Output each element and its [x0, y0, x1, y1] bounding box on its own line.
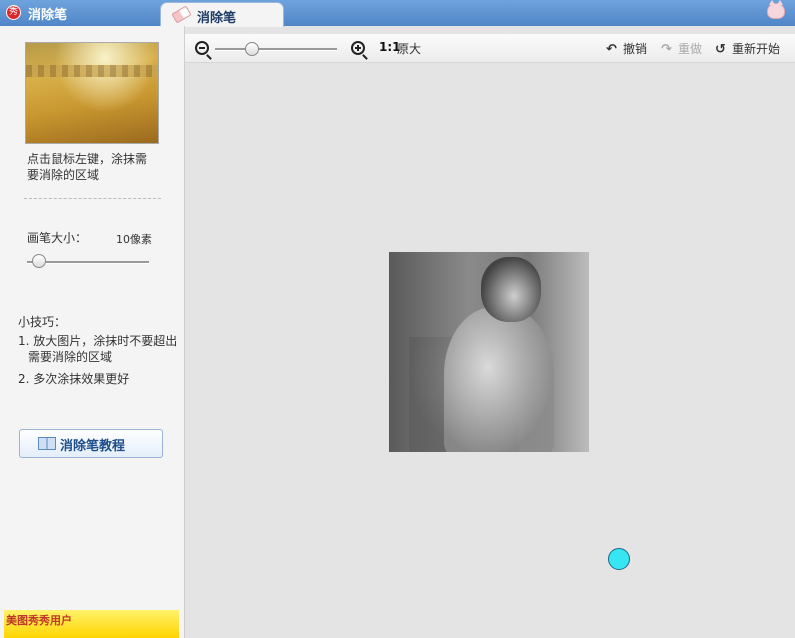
tip-item: 2. 多次涂抹效果更好: [18, 372, 130, 386]
tutorial-button-label: 消除笔教程: [60, 439, 126, 454]
left-panel: 点击鼠标左键，涂抹需要消除的区域 画笔大小： 10像素 小技巧： 1. 放大图片…: [0, 26, 185, 638]
tab-eraser[interactable]: 消除笔: [160, 2, 284, 27]
work-image[interactable]: [389, 252, 589, 452]
tip-item: 1. 放大图片，涂抹时不要超出需要消除的区域: [18, 334, 178, 364]
zoom-out-icon[interactable]: [195, 41, 209, 55]
zoom-track[interactable]: [215, 48, 337, 51]
restart-button[interactable]: ↺ 重新开始: [715, 40, 780, 57]
tab-label: 消除笔: [197, 11, 237, 26]
divider: [24, 198, 161, 199]
preview-thumbnail: [25, 42, 159, 144]
brush-size-knob[interactable]: [32, 254, 46, 268]
book-icon: [38, 437, 56, 450]
brush-size-slider[interactable]: [27, 254, 149, 268]
brush-cursor-icon: [608, 548, 630, 570]
brush-size-label: 画笔大小：: [27, 231, 88, 245]
redo-icon: ↷: [661, 42, 672, 57]
actual-size-button[interactable]: 原大: [397, 40, 421, 57]
toolbar: 1:1 原大 ↶ 撤销 ↷ 重做 ↺ 重新开始: [185, 34, 795, 63]
canvas-area[interactable]: [185, 63, 795, 638]
app-title: 消除笔: [28, 8, 68, 23]
restart-label: 重新开始: [732, 42, 781, 56]
zoom-knob[interactable]: [245, 42, 259, 56]
eraser-icon: [171, 5, 192, 24]
zoom-slider[interactable]: [215, 42, 337, 56]
redo-label: 重做: [678, 42, 703, 56]
cat-icon[interactable]: [767, 0, 785, 19]
brush-size-value: 10像素: [116, 233, 152, 246]
tips-title: 小技巧：: [18, 315, 67, 329]
app-logo-icon: 秀: [6, 5, 21, 20]
ad-text: 美图秀秀用户: [6, 614, 72, 627]
zoom-in-icon[interactable]: [351, 41, 365, 55]
title-bar: 秀 消除笔 消除笔: [0, 0, 795, 27]
undo-icon: ↶: [606, 42, 617, 57]
restart-icon: ↺: [715, 42, 726, 57]
redo-button[interactable]: ↷ 重做: [661, 40, 702, 57]
instruction-text: 点击鼠标左键，涂抹需要消除的区域: [27, 152, 148, 182]
ad-banner[interactable]: 美图秀秀用户: [4, 610, 179, 638]
undo-label: 撤销: [623, 42, 648, 56]
undo-button[interactable]: ↶ 撤销: [606, 40, 647, 57]
tutorial-button[interactable]: 消除笔教程: [19, 429, 163, 458]
